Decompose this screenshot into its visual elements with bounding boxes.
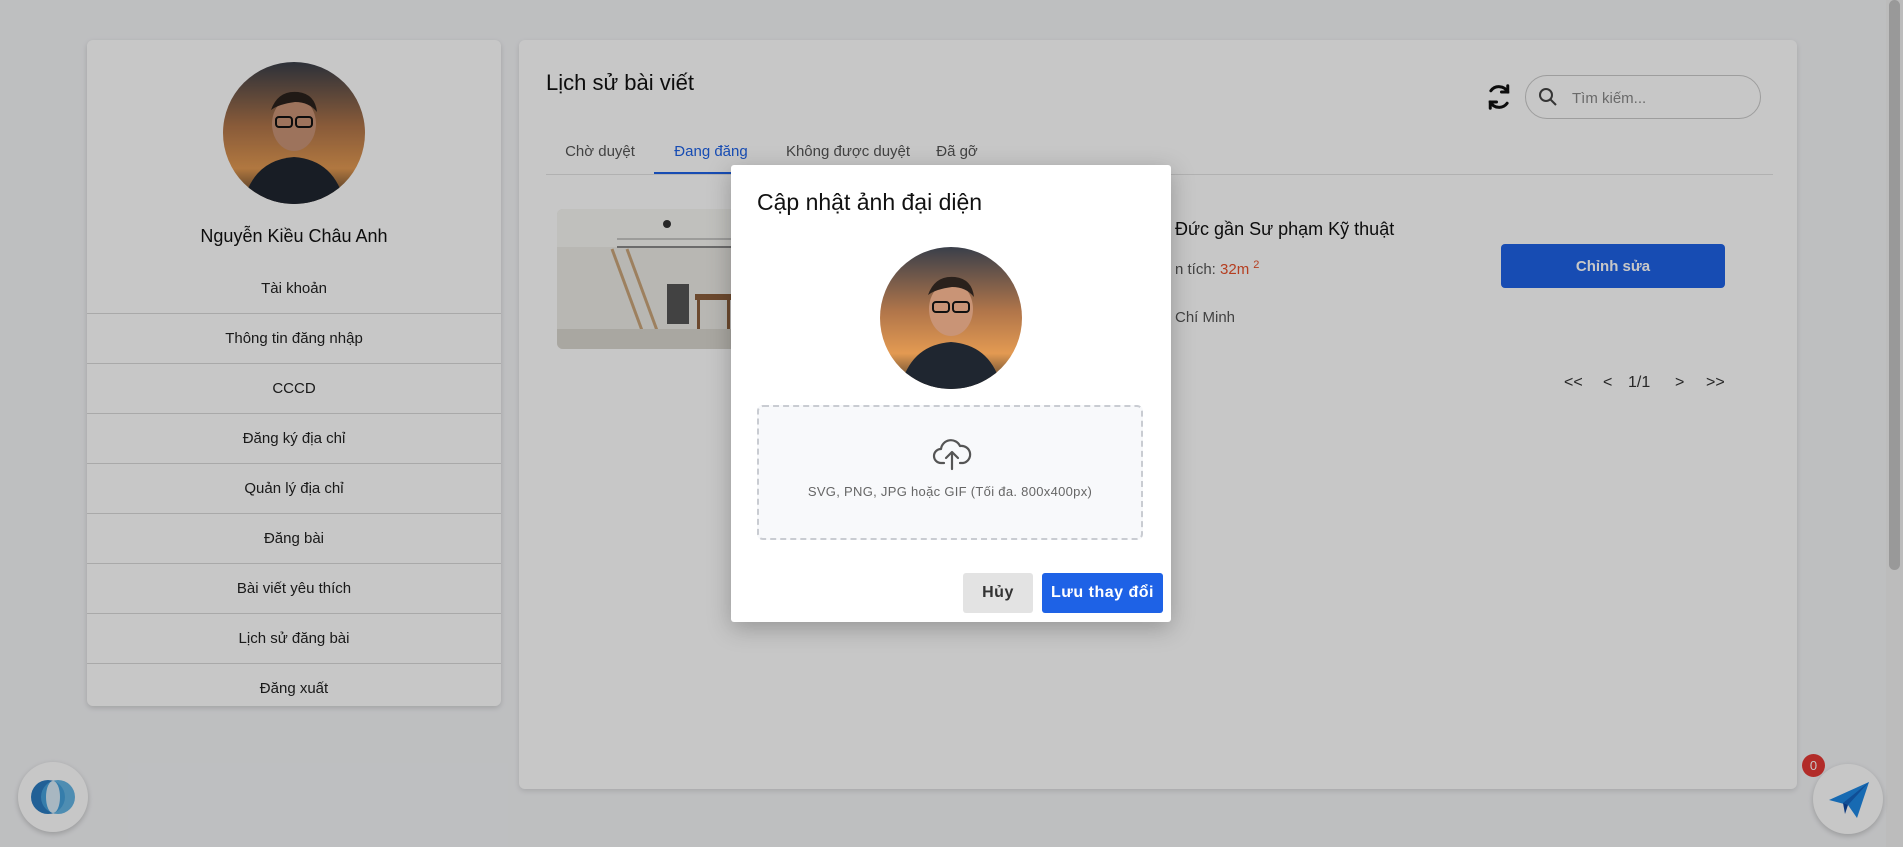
cancel-button[interactable]: Hủy (963, 573, 1033, 613)
page: Nguyễn Kiều Châu Anh Tài khoản Thông tin… (0, 0, 1903, 847)
avatar-dropzone[interactable]: SVG, PNG, JPG hoặc GIF (Tối đa. 800x400p… (757, 405, 1143, 540)
avatar-preview (880, 247, 1022, 389)
update-avatar-modal: Cập nhật ảnh đại diện SVG, PNG, JPG hoặc… (731, 165, 1171, 622)
upload-cloud-icon (932, 437, 972, 471)
modal-title: Cập nhật ảnh đại diện (757, 189, 983, 215)
save-changes-button[interactable]: Lưu thay đổi (1042, 573, 1163, 613)
dropzone-hint: SVG, PNG, JPG hoặc GIF (Tối đa. 800x400p… (807, 484, 1093, 499)
